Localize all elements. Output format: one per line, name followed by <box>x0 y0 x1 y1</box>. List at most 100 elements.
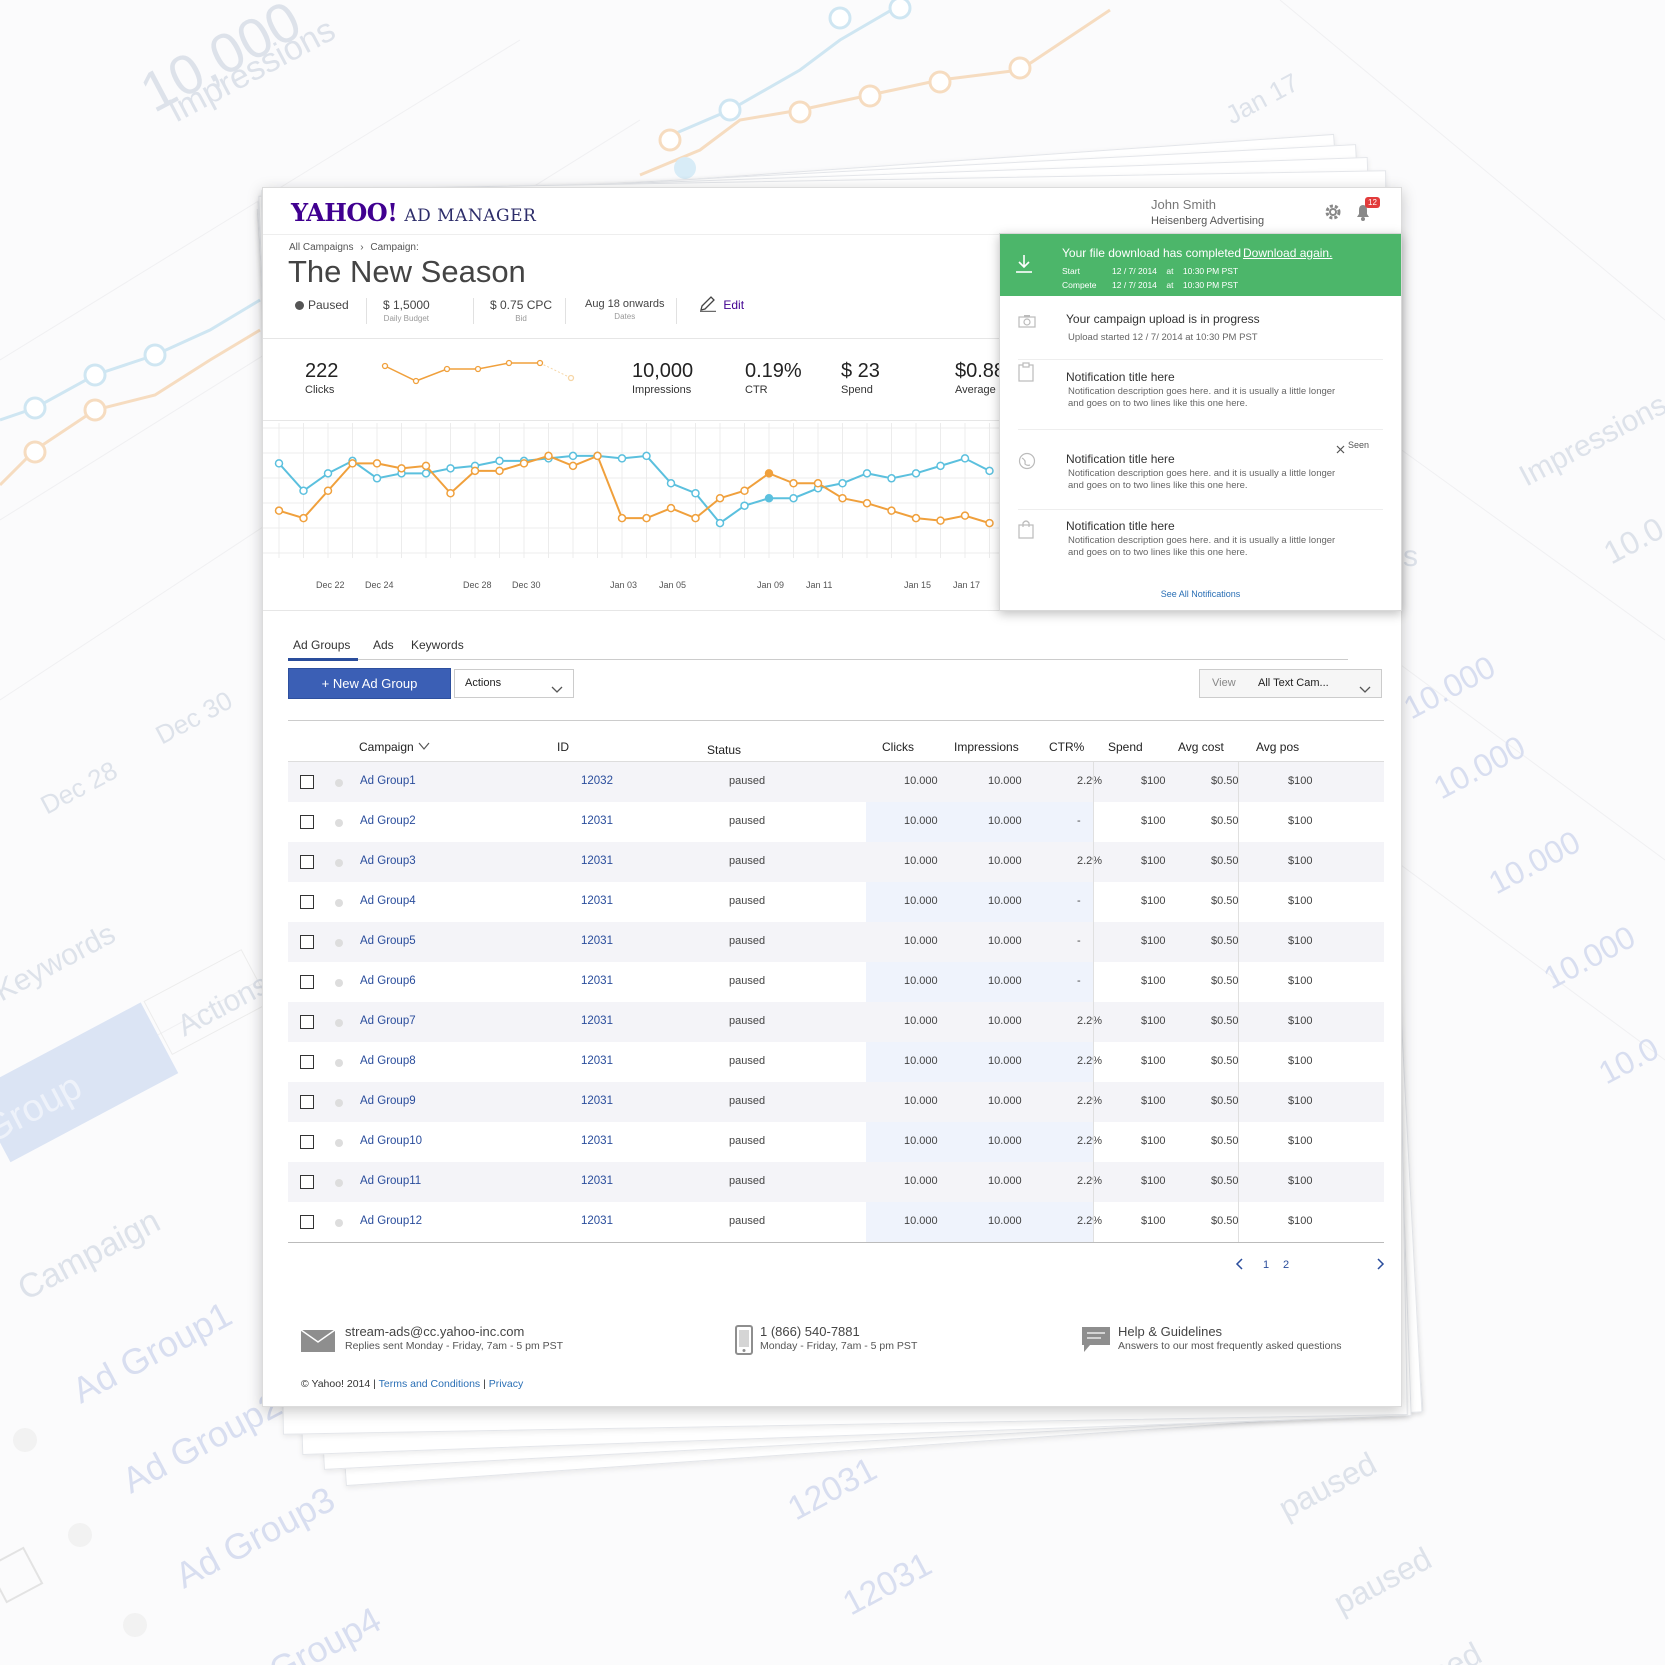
cell-id[interactable]: 12031 <box>581 855 613 867</box>
column-header-impressions[interactable]: Impressions <box>954 740 1019 754</box>
table-row[interactable]: Ad Group12 12031 paused 10.000 10.000 2.2% $10… <box>288 1202 1384 1242</box>
row-checkbox[interactable] <box>300 775 314 789</box>
cell-name[interactable]: Ad Group1 <box>360 775 416 787</box>
table-row[interactable]: Ad Group4 12031 paused 10.000 10.000 - $100 $0.… <box>288 882 1384 922</box>
cell-name[interactable]: Ad Group3 <box>360 855 416 867</box>
cell-id[interactable]: 12031 <box>581 1215 613 1227</box>
cell-clicks: 10.000 <box>904 1095 938 1107</box>
cell-name[interactable]: Ad Group6 <box>360 975 416 987</box>
edit-campaign-button[interactable]: Edit <box>699 296 744 315</box>
cell-name[interactable]: Ad Group9 <box>360 1095 416 1107</box>
table-row[interactable]: Ad Group7 12031 paused 10.000 10.000 2.2% $100… <box>288 1002 1384 1042</box>
privacy-link[interactable]: Privacy <box>489 1378 523 1390</box>
new-ad-group-button[interactable]: + New Ad Group <box>288 668 451 699</box>
chevron-left-icon[interactable] <box>1235 1258 1245 1273</box>
yahoo-ad-manager-logo[interactable]: YAHOO! AD MANAGER <box>291 198 536 227</box>
kpi-label: Impressions <box>632 384 692 396</box>
table-row[interactable]: Ad Group11 12031 paused 10.000 10.000 2.2% $10… <box>288 1162 1384 1202</box>
globe-icon <box>1018 452 1036 475</box>
column-header-id[interactable]: ID <box>557 740 569 754</box>
row-checkbox[interactable] <box>300 1095 314 1109</box>
notification-item[interactable]: Notification title here Notification des… <box>1000 452 1401 522</box>
actions-dropdown[interactable]: Actions <box>454 669 574 698</box>
footer-phone[interactable]: 1 (866) 540-7881 <box>760 1324 917 1339</box>
row-checkbox[interactable] <box>300 895 314 909</box>
row-checkbox[interactable] <box>300 1175 314 1189</box>
tab-ad-groups[interactable]: Ad Groups <box>293 638 350 652</box>
table-row[interactable]: Ad Group5 12031 paused 10.000 10.000 - $100 $0.… <box>288 922 1384 962</box>
row-checkbox[interactable] <box>300 1215 314 1229</box>
data-point <box>764 469 774 478</box>
column-header-ctr[interactable]: CTR% <box>1049 740 1084 754</box>
table-row[interactable]: Ad Group9 12031 paused 10.000 10.000 2.2% $100… <box>288 1082 1384 1122</box>
kpi-impressions: 10,000 Impressions <box>632 360 693 396</box>
view-selector[interactable]: View All Text Cam... <box>1199 669 1382 698</box>
cell-name[interactable]: Ad Group8 <box>360 1055 416 1067</box>
table-row[interactable]: Ad Group10 12031 paused 10.000 10.000 2.2% $10… <box>288 1122 1384 1162</box>
meta-divider <box>473 298 474 324</box>
terms-link[interactable]: Terms and Conditions <box>379 1378 481 1390</box>
footer-email[interactable]: stream-ads@cc.yahoo-inc.com <box>345 1324 563 1339</box>
column-header-clicks[interactable]: Clicks <box>882 740 914 754</box>
table-row[interactable]: Ad Group1 12032 paused 10.000 10.000 2.2% $100… <box>288 762 1384 802</box>
column-header-status[interactable]: Status <box>707 743 741 757</box>
column-header-avg-cost[interactable]: Avg cost <box>1178 740 1224 754</box>
cell-id[interactable]: 12031 <box>581 1135 613 1147</box>
column-header-spend[interactable]: Spend <box>1108 740 1143 754</box>
cell-clicks: 10.000 <box>904 1175 938 1187</box>
tab-keywords[interactable]: Keywords <box>411 638 464 652</box>
cell-ctr: 2.2% <box>1077 775 1103 787</box>
data-point <box>274 459 284 468</box>
footer-help-title[interactable]: Help & Guidelines <box>1118 1324 1342 1339</box>
table-top-border <box>288 720 1384 721</box>
gear-icon[interactable] <box>1323 202 1343 227</box>
cell-name[interactable]: Ad Group7 <box>360 1015 416 1027</box>
table-row[interactable]: Ad Group8 12031 paused 10.000 10.000 2.2% $100… <box>288 1042 1384 1082</box>
cell-name[interactable]: Ad Group11 <box>360 1175 421 1187</box>
table-row[interactable]: Ad Group6 12031 paused 10.000 10.000 - $100 $0.… <box>288 962 1384 1002</box>
cell-name[interactable]: Ad Group2 <box>360 815 416 827</box>
cell-id[interactable]: 12032 <box>581 775 613 787</box>
cell-id[interactable]: 12031 <box>581 895 613 907</box>
cell-id[interactable]: 12031 <box>581 935 613 947</box>
row-checkbox[interactable] <box>300 855 314 869</box>
row-checkbox[interactable] <box>300 1135 314 1149</box>
page-2-link[interactable]: 2 <box>1283 1259 1289 1271</box>
user-company: Heisenberg Advertising <box>1151 215 1265 227</box>
cell-status: paused <box>729 975 766 987</box>
cell-id[interactable]: 12031 <box>581 975 613 987</box>
cell-name[interactable]: Ad Group4 <box>360 895 416 907</box>
start-value: 12 / 7/ 2014 at 10:30 PM PST <box>1112 266 1239 276</box>
row-checkbox[interactable] <box>300 1015 314 1029</box>
cell-name[interactable]: Ad Group12 <box>360 1215 422 1227</box>
download-complete-notification[interactable]: Your file download has completed Download… <box>1000 234 1401 296</box>
seen-label[interactable]: Seen <box>1348 440 1369 450</box>
table-row[interactable]: Ad Group3 12031 paused 10.000 10.000 2.2% $100… <box>288 842 1384 882</box>
see-all-notifications-link[interactable]: See All Notifications <box>1000 589 1401 599</box>
user-menu[interactable]: John Smith Heisenberg Advertising <box>1151 197 1264 229</box>
row-checkbox[interactable] <box>300 935 314 949</box>
x-tick-label: Jan 11 <box>806 580 833 590</box>
cell-id[interactable]: 12031 <box>581 1095 613 1107</box>
table-row[interactable]: Ad Group2 12031 paused 10.000 10.000 - $100 $0.… <box>288 802 1384 842</box>
cell-name[interactable]: Ad Group5 <box>360 935 416 947</box>
chevron-right-icon[interactable] <box>1375 1258 1385 1273</box>
page-1-link[interactable]: 1 <box>1263 1259 1269 1271</box>
breadcrumb-all-campaigns[interactable]: All Campaigns <box>289 242 353 253</box>
notification-item[interactable]: Notification title here Notification des… <box>1000 362 1401 432</box>
column-header-avg-pos[interactable]: Avg pos <box>1256 740 1299 754</box>
row-checkbox[interactable] <box>300 975 314 989</box>
status-dot-icon <box>335 819 343 827</box>
row-checkbox[interactable] <box>300 815 314 829</box>
cell-id[interactable]: 12031 <box>581 1015 613 1027</box>
cell-id[interactable]: 12031 <box>581 1055 613 1067</box>
column-header-campaign[interactable]: Campaign <box>359 740 431 754</box>
cell-name[interactable]: Ad Group10 <box>360 1135 422 1147</box>
row-checkbox[interactable] <box>300 1055 314 1069</box>
cell-id[interactable]: 12031 <box>581 815 613 827</box>
download-title: Your file download has completed Download… <box>1062 246 1332 260</box>
cell-id[interactable]: 12031 <box>581 1175 613 1187</box>
notification-item[interactable]: Notification title here Notification des… <box>1000 519 1401 589</box>
tab-ads[interactable]: Ads <box>373 638 394 652</box>
download-again-link[interactable]: Download again. <box>1243 246 1332 260</box>
